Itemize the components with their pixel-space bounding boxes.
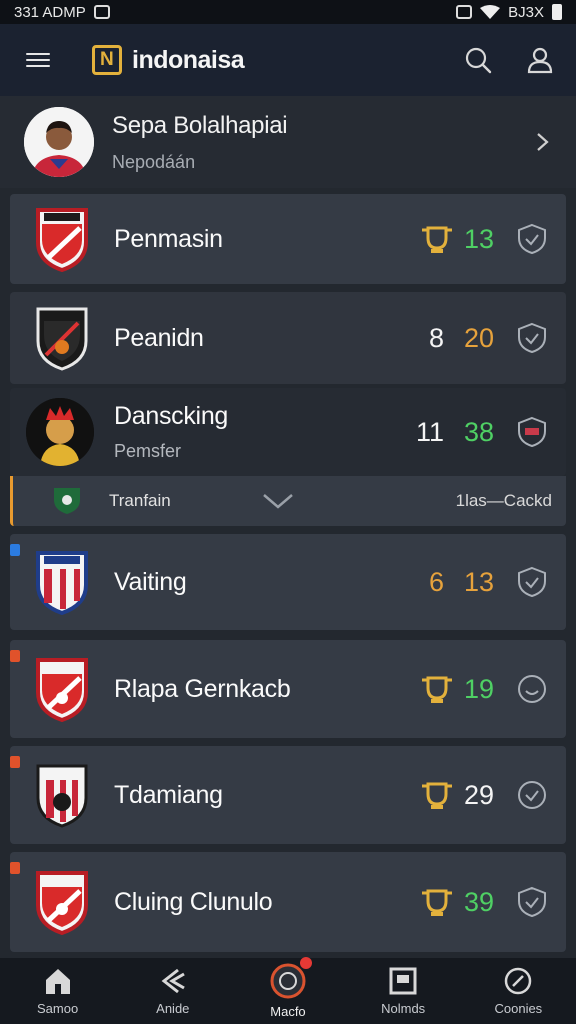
chevron-right-icon[interactable] <box>534 130 552 154</box>
compass-icon <box>505 967 532 995</box>
shield-check-icon[interactable] <box>516 322 548 354</box>
team-crest-icon <box>36 551 88 615</box>
profile-header[interactable]: Sepa Bolalhapiai Nepodáán <box>0 96 576 188</box>
transfer-detail: 1las—Cackd <box>455 491 552 510</box>
club-badge-icon <box>54 488 80 514</box>
rank-tag <box>10 650 20 662</box>
team-row[interactable]: Penmasin 13 <box>10 194 566 284</box>
bottom-nav: Samoo Anide Macfo Nolmds Coonies <box>0 957 576 1024</box>
app-bar: indonaisa <box>0 24 576 96</box>
team-name: Rlapa Gernkacb <box>114 674 291 703</box>
trophy-icon <box>422 676 452 703</box>
team-points: 38 <box>463 416 494 447</box>
shield-check-icon[interactable] <box>516 779 548 811</box>
data-saver-icon <box>456 5 473 19</box>
nav-item-stats[interactable]: Anide <box>123 966 223 1016</box>
team-wins: 6 <box>428 566 444 597</box>
shield-flag-icon[interactable] <box>516 416 548 448</box>
status-time: 331 ADMP <box>14 3 86 21</box>
app-title: indonaisa <box>132 45 245 74</box>
trophy-icon <box>422 889 452 916</box>
team-crest-icon <box>36 871 88 935</box>
status-bar: 331 ADMP BJ3X <box>0 0 576 24</box>
team-row[interactable]: Vaiting 6 13 <box>10 534 566 630</box>
team-crest-icon <box>36 307 88 371</box>
team-points: 13 <box>463 223 494 254</box>
nav-label: Coonies <box>494 1001 543 1016</box>
news-icon <box>389 967 417 995</box>
search-icon[interactable] <box>464 46 492 74</box>
nav-item-more[interactable]: Coonies <box>468 966 568 1016</box>
team-row[interactable]: Tdamiang 29 <box>10 746 566 844</box>
arrows-icon <box>161 968 185 994</box>
team-points: 19 <box>463 673 494 704</box>
nav-item-match[interactable]: Macfo <box>238 957 338 1019</box>
team-row[interactable]: Rlapa Gernkacb 19 <box>10 640 566 738</box>
team-name: Vaiting <box>114 567 187 596</box>
shield-check-icon[interactable] <box>516 223 548 255</box>
transfer-label: Tranfain <box>109 491 171 510</box>
profile-name: Sepa Bolalhapiai <box>112 111 288 139</box>
notification-badge <box>299 957 312 969</box>
ball-icon <box>270 963 306 999</box>
team-points: 39 <box>463 886 494 917</box>
team-crest-icon <box>36 208 88 272</box>
wifi-icon <box>480 5 501 19</box>
team-row[interactable]: Peanidn 8 20 <box>10 292 566 384</box>
rank-tag <box>10 862 20 874</box>
team-points: 20 <box>463 322 494 353</box>
trophy-icon <box>422 782 452 809</box>
team-wins: 11 <box>415 416 444 447</box>
shield-face-icon[interactable] <box>516 673 548 705</box>
transfer-row[interactable]: Tranfain 1las—Cackd <box>10 476 566 526</box>
rank-tag <box>10 544 20 556</box>
team-row[interactable]: Cluing Clunulo 39 <box>10 852 566 952</box>
menu-icon[interactable] <box>22 49 54 71</box>
nav-item-home[interactable]: Samoo <box>8 966 108 1016</box>
team-name: Penmasin <box>114 224 223 253</box>
nav-label: Samoo <box>36 1001 79 1016</box>
chevron-down-icon[interactable] <box>261 491 295 511</box>
team-crest-icon <box>36 764 88 828</box>
nav-label: Anide <box>156 1001 190 1016</box>
team-crest-icon <box>36 658 88 722</box>
battery-icon <box>552 4 562 20</box>
nav-item-news[interactable]: Nolmds <box>353 966 453 1016</box>
notification-icon <box>93 5 110 19</box>
shield-check-icon[interactable] <box>516 886 548 918</box>
trophy-icon <box>422 226 452 253</box>
team-subtitle: Pemsfer <box>114 441 182 461</box>
nav-label: Macfo <box>270 1004 306 1019</box>
profile-subtitle: Nepodáán <box>112 151 196 172</box>
team-wins: 8 <box>428 322 444 353</box>
team-name: Tdamiang <box>114 780 223 809</box>
shield-check-icon[interactable] <box>516 566 548 598</box>
app-logo-icon <box>92 45 122 75</box>
signal-text: BJ3X <box>508 3 544 21</box>
team-name: Peanidn <box>114 323 204 352</box>
avatar <box>24 107 94 177</box>
team-name: Danscking <box>114 402 229 430</box>
player-avatar <box>26 398 94 466</box>
rank-tag <box>10 756 20 768</box>
team-row-expanded[interactable]: Danscking Pemsfer 11 38 <box>10 388 566 476</box>
profile-icon[interactable] <box>526 46 554 74</box>
team-name: Cluing Clunulo <box>114 887 273 916</box>
team-points: 13 <box>463 566 494 597</box>
home-icon <box>45 969 70 994</box>
team-points: 29 <box>463 779 494 810</box>
nav-label: Nolmds <box>381 1001 426 1016</box>
